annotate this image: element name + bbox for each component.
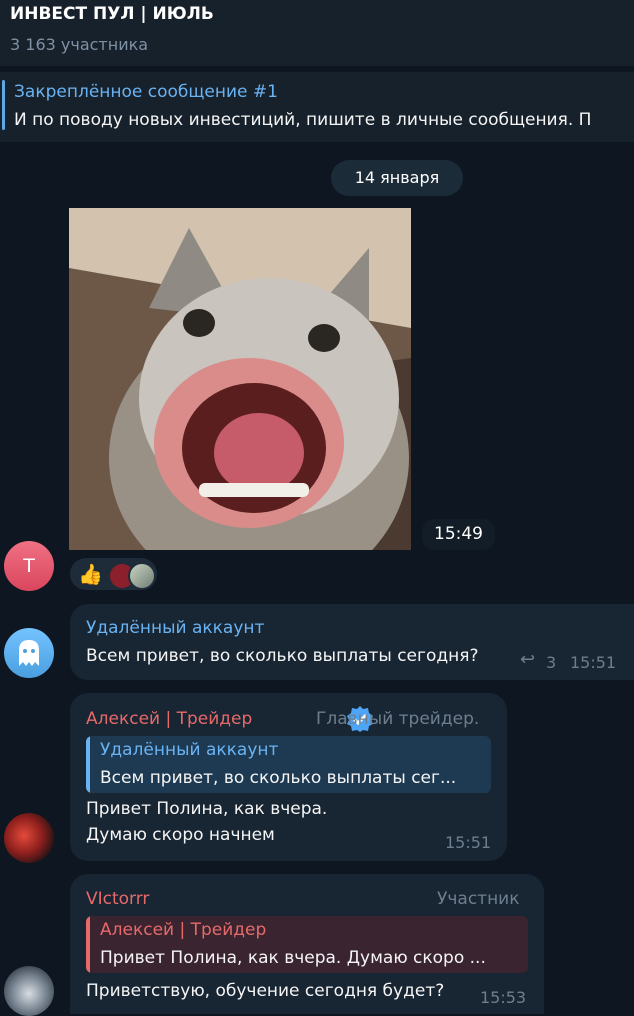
chat-title: ИНВЕСТ ПУЛ | ИЮЛЬ [10,4,214,24]
pinned-text: И по поводу новых инвестиций, пишите в л… [14,110,592,130]
ghost-avatar[interactable] [4,628,54,678]
member-count: 3 163 участника [10,35,149,54]
author-role: Участник [437,889,520,909]
message-text: Приветствую, обучение сегодня будет? [86,981,445,1001]
date-separator: 14 января [331,160,463,196]
chat-header[interactable]: ИНВЕСТ ПУЛ | ИЮЛЬ 3 163 участника [0,0,634,66]
reactor-avatar [128,562,156,590]
reply-icon[interactable]: ↩ [520,649,535,670]
pinned-message-bar[interactable]: Закреплённое сообщение #1 И по поводу но… [0,72,634,142]
avatar-trader[interactable] [4,813,54,863]
thumbs-up-icon[interactable]: 👍 [78,562,103,586]
message-time: 15:51 [445,833,492,852]
photo-message-image[interactable] [69,208,411,550]
message-text: Всем привет, во сколько выплаты сегодня? [86,646,479,666]
avatar-victorrr[interactable] [4,966,54,1016]
quote-bar [86,736,90,793]
cat-photo-illustration [69,208,411,550]
ghost-icon [19,640,39,666]
author-role: Главный трейдер. [316,709,480,729]
message-text-line: Думаю скоро начнем [86,825,275,845]
reply-quote[interactable]: Удалённый аккаунт Всем привет, во скольк… [86,736,491,793]
message-author[interactable]: VIctorrr [86,889,149,909]
reply-quote[interactable]: Алексей | Трейдер Привет Полина, как вче… [86,916,528,973]
photo-timestamp: 15:49 [422,519,495,550]
message-text-line: Привет Полина, как вчера. [86,799,328,819]
avatar-t[interactable]: Т [4,541,54,591]
quote-text: Всем привет, во сколько выплаты сег... [100,768,457,788]
pinned-indicator [2,80,5,130]
quote-author: Удалённый аккаунт [100,740,279,760]
message-time: 15:51 [570,653,617,672]
quote-bar [86,916,90,973]
reply-count[interactable]: 3 [546,653,556,672]
message-bubble[interactable]: Удалённый аккаунт Всем привет, во скольк… [70,604,634,680]
reactions-bar[interactable]: 👍 [70,558,157,590]
message-author[interactable]: Удалённый аккаунт [86,618,264,638]
message-time: 15:53 [480,988,527,1007]
quote-author: Алексей | Трейдер [100,920,267,940]
message-bubble[interactable]: Алексей | Трейдер Главный трейдер. Удалё… [70,693,507,861]
message-author[interactable]: Алексей | Трейдер [86,709,252,729]
message-bubble[interactable]: VIctorrr Участник Алексей | Трейдер Прив… [70,874,544,1014]
pinned-title: Закреплённое сообщение #1 [14,82,278,102]
quote-text: Привет Полина, как вчера. Думаю скоро ..… [100,948,486,968]
